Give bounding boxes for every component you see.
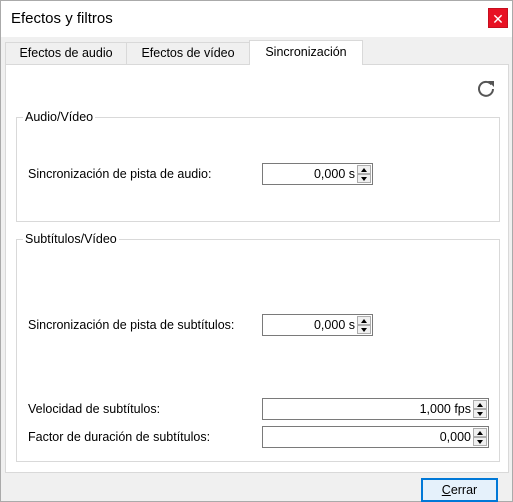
tab-synchronization[interactable]: Sincronización <box>249 40 363 65</box>
title-bar: Efectos y filtros ✕ <box>1 1 512 37</box>
close-dialog-button[interactable]: Cerrar <box>421 478 498 502</box>
spin-buttons <box>357 316 371 334</box>
sync-panel: Audio/Vídeo Sincronización de pista de a… <box>5 64 509 473</box>
subtitle-sync-label: Sincronización de pista de subtítulos: <box>28 318 235 332</box>
close-icon: ✕ <box>492 11 504 27</box>
spin-buttons <box>357 165 371 183</box>
subtitle-sync-spinbox[interactable]: 0,000 s <box>262 314 373 336</box>
spin-down-button[interactable] <box>357 174 371 183</box>
close-button-mnemonic: C <box>441 483 451 497</box>
arrow-down-icon <box>361 177 367 181</box>
arrow-down-icon <box>361 328 367 332</box>
arrow-up-icon <box>361 319 367 323</box>
group-legend: Subtítulos/Vídeo <box>23 232 119 246</box>
group-legend: Audio/Vídeo <box>23 110 96 124</box>
spin-buttons <box>473 400 487 418</box>
audio-video-group: Audio/Vídeo Sincronización de pista de a… <box>16 110 500 222</box>
spin-value: 0,000 s <box>313 167 355 181</box>
arrow-up-icon <box>477 403 483 407</box>
subtitle-duration-spinbox[interactable]: 0,000 <box>262 426 489 448</box>
tab-bar: Efectos de audio Efectos de vídeo Sincro… <box>5 40 510 65</box>
close-button-label: errar <box>450 483 478 497</box>
spin-down-button[interactable] <box>473 409 487 418</box>
spin-value: 1,000 fps <box>419 402 471 416</box>
subtitle-speed-spinbox[interactable]: 1,000 fps <box>262 398 489 420</box>
arrow-up-icon <box>361 168 367 172</box>
spin-buttons <box>473 428 487 446</box>
tab-video-effects[interactable]: Efectos de vídeo <box>126 42 250 64</box>
arrow-down-icon <box>477 412 483 416</box>
effects-filters-dialog: Efectos y filtros ✕ Efectos de audio Efe… <box>0 0 513 502</box>
spin-value: 0,000 <box>439 430 471 444</box>
tab-label: Sincronización <box>265 45 347 59</box>
window-title: Efectos y filtros <box>11 10 113 27</box>
tab-label: Efectos de vídeo <box>141 46 235 60</box>
tab-audio-effects[interactable]: Efectos de audio <box>5 42 127 64</box>
spin-up-button[interactable] <box>473 400 487 409</box>
subtitle-duration-label: Factor de duración de subtítulos: <box>28 430 211 444</box>
tab-label: Efectos de audio <box>19 46 113 60</box>
subtitles-video-group: Subtítulos/Vídeo Sincronización de pista… <box>16 232 500 462</box>
spin-down-button[interactable] <box>473 437 487 446</box>
spin-up-button[interactable] <box>473 428 487 437</box>
refresh-icon[interactable] <box>476 78 496 98</box>
spin-up-button[interactable] <box>357 165 371 174</box>
arrow-down-icon <box>477 440 483 444</box>
audio-sync-spinbox[interactable]: 0,000 s <box>262 163 373 185</box>
spin-up-button[interactable] <box>357 316 371 325</box>
subtitle-speed-label: Velocidad de subtítulos: <box>28 402 161 416</box>
spin-down-button[interactable] <box>357 325 371 334</box>
audio-sync-label: Sincronización de pista de audio: <box>28 167 212 181</box>
spin-value: 0,000 s <box>313 318 355 332</box>
window-close-button[interactable]: ✕ <box>488 8 508 28</box>
arrow-up-icon <box>477 431 483 435</box>
